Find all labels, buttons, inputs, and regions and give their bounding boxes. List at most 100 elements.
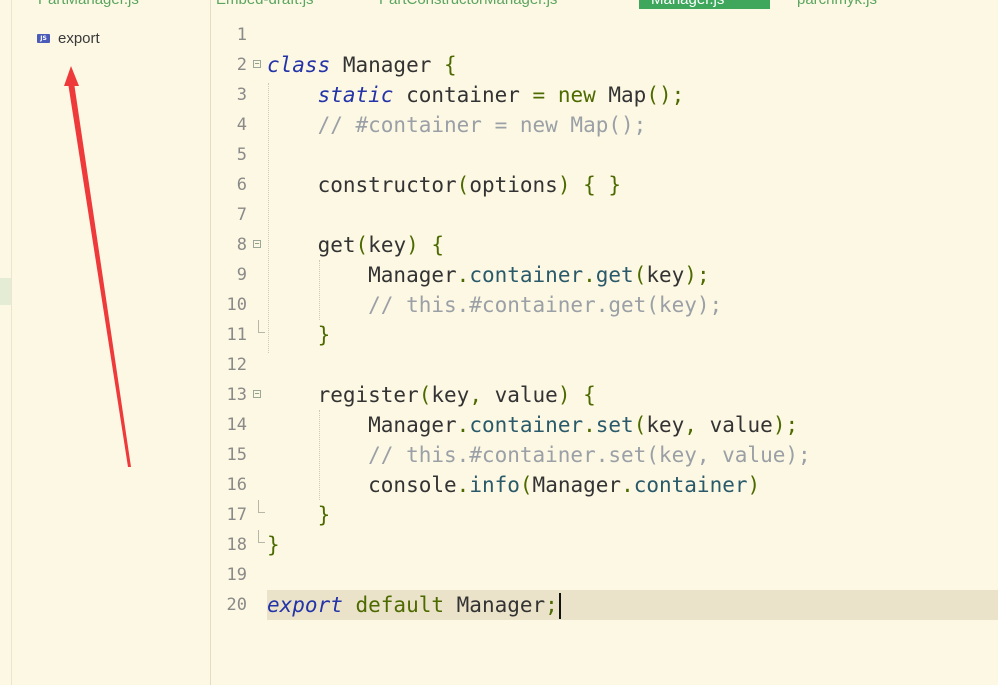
code-token: Manager (456, 593, 546, 617)
code-line[interactable]: 5 (212, 140, 998, 170)
code-line[interactable]: 13− register(key, value) { (212, 380, 998, 410)
code-text: Manager.container.set(key, value); (267, 410, 998, 440)
code-line[interactable]: 17 } (212, 500, 998, 530)
structure-item-export[interactable]: JS export (37, 28, 100, 48)
code-token: . (621, 473, 634, 497)
code-token: } (267, 533, 280, 557)
code-token: , (469, 383, 495, 407)
code-line[interactable]: 7 (212, 200, 998, 230)
fold-toggle-icon[interactable]: − (253, 60, 261, 68)
code-line[interactable]: 2− class Manager { (212, 50, 998, 80)
code-text: class Manager { (267, 50, 998, 80)
line-number: 15 (226, 445, 247, 465)
line-number: 16 (226, 475, 247, 495)
code-line[interactable]: 4 // #container = new Map(); (212, 110, 998, 140)
code-text: Manager.container.get(key); (267, 260, 998, 290)
tab-manager[interactable]: Manager.js (639, 0, 770, 9)
code-token: ) (557, 383, 571, 407)
code-text: } (267, 320, 998, 350)
tab-embed-draft[interactable]: Embed-draft.js (216, 0, 314, 9)
code-token: // this.#container.set(key, value); (267, 443, 811, 467)
line-number: 18 (226, 535, 247, 555)
code-text: } (267, 530, 998, 560)
code-token: static (317, 83, 394, 107)
code-token: { (570, 383, 596, 407)
code-token: constructor (267, 173, 457, 197)
code-text: } (267, 500, 998, 530)
code-token: (); (646, 83, 685, 107)
code-line[interactable]: 14 Manager.container.set(key, value); (212, 410, 998, 440)
code-line[interactable]: 12 (212, 350, 998, 380)
code-token: console (267, 473, 457, 497)
code-token: ) (406, 233, 419, 257)
line-number: 20 (226, 595, 247, 615)
code-token: ; (545, 593, 558, 617)
code-line[interactable]: 3 static container = new Map(); (212, 80, 998, 110)
code-token: Manager (330, 53, 445, 77)
line-number: 14 (226, 415, 247, 435)
code-token: { (418, 233, 445, 257)
code-line[interactable]: 8− get(key) { (212, 230, 998, 260)
line-number: 2 (236, 55, 247, 75)
code-token: Manager (267, 413, 457, 437)
code-line[interactable]: 16 console.info(Manager.container) (212, 470, 998, 500)
code-line[interactable]: 20 export default Manager; (212, 590, 998, 620)
code-token: Manager (267, 263, 457, 287)
code-token: export (267, 593, 343, 617)
line-number: 11 (226, 325, 247, 345)
code-token: new (545, 83, 609, 107)
code-line[interactable]: 11 } (212, 320, 998, 350)
code-line[interactable]: 9 Manager.container.get(key); (212, 260, 998, 290)
code-line[interactable]: 6 constructor(options) { } (212, 170, 998, 200)
line-number: 1 (236, 25, 247, 45)
code-token: get (267, 233, 356, 257)
code-token: value (494, 383, 558, 407)
indent-guide (319, 260, 320, 320)
code-line[interactable]: 18} (212, 530, 998, 560)
code-text: // this.#container.get(key); (267, 290, 998, 320)
code-text: // #container = new Map(); (267, 110, 998, 140)
code-line[interactable]: 15 // this.#container.set(key, value); (212, 440, 998, 470)
code-token: class (267, 53, 331, 77)
code-token: info (469, 473, 520, 497)
fold-toggle-icon[interactable]: − (253, 240, 261, 248)
code-editor[interactable]: 1 2− class Manager {3 static container = n… (212, 20, 998, 685)
code-text: get(key) { (267, 230, 998, 260)
code-line[interactable]: 19 (212, 560, 998, 590)
code-line[interactable]: 1 (212, 20, 998, 50)
code-line[interactable]: 10 // this.#container.get(key); (212, 290, 998, 320)
code-token: { } (570, 173, 622, 197)
line-number: 3 (236, 85, 247, 105)
line-number: 6 (236, 175, 247, 195)
code-token: key (646, 263, 685, 287)
code-token: . (583, 413, 596, 437)
fold-end-marker (258, 320, 265, 333)
fold-toggle-icon[interactable]: − (253, 390, 261, 398)
tab-parchmyk[interactable]: parchmyk.js (797, 0, 877, 9)
code-token: , (684, 413, 710, 437)
tab-partconstructormanager[interactable]: PartConstructorManager.js (379, 0, 557, 9)
code-token: ) (747, 473, 761, 497)
line-number: 12 (226, 355, 247, 375)
gutter-selection-marker (0, 278, 11, 305)
line-number: 19 (226, 565, 247, 585)
code-token: { (444, 53, 457, 77)
code-token: key (646, 413, 685, 437)
code-token: container (469, 263, 584, 287)
annotation-arrow-icon (64, 66, 131, 467)
line-number: 7 (236, 205, 247, 225)
code-text: register(key, value) { (267, 380, 998, 410)
code-text: constructor(options) { } (267, 170, 998, 200)
line-number: 5 (236, 145, 247, 165)
code-token: ( (633, 263, 647, 287)
line-number: 17 (226, 505, 247, 525)
structure-left-border (11, 0, 12, 685)
line-number: 10 (226, 295, 247, 315)
code-token: key (431, 383, 470, 407)
line-number: 4 (236, 115, 247, 135)
code-token: get (595, 263, 634, 287)
